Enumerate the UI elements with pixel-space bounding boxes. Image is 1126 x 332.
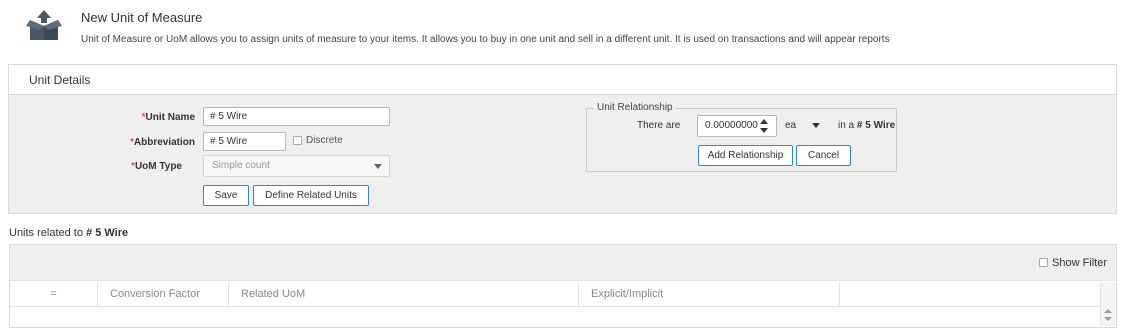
add-relationship-button[interactable]: Add Relationship [698,145,793,166]
show-filter-checkbox[interactable] [1039,258,1048,267]
uom-type-select[interactable]: Simple count [203,155,390,177]
spinner-arrows-icon[interactable] [759,118,769,134]
save-button[interactable]: Save [203,185,249,206]
chevron-down-icon[interactable] [812,123,820,128]
column-header-related-uom[interactable]: Related UoM [229,282,579,306]
unit-select[interactable]: ea [785,120,796,131]
unit-name-label: *Unit Name [141,112,195,123]
cancel-button[interactable]: Cancel [796,145,851,166]
page-description: Unit of Measure or UoM allows you to ass… [81,34,890,45]
scroll-arrows-icon[interactable] [1104,308,1112,322]
show-filter-label: Show Filter [1052,257,1108,269]
column-header-conversion-factor[interactable]: Conversion Factor [98,282,229,306]
unit-relationship-legend: Unit Relationship [594,102,676,113]
unit-details-title: Unit Details [9,65,1116,95]
grid-row-divider [10,306,1101,307]
abbreviation-label: *Abbreviation [129,137,195,148]
page-title: New Unit of Measure [81,10,203,25]
uom-type-label: *UoM Type [131,161,182,172]
box-icon [26,10,62,40]
in-a-label: in a # 5 Wire [838,120,896,131]
discrete-label: Discrete [306,135,343,146]
column-header-explicit-implicit[interactable]: Explicit/Implicit [579,282,840,306]
grid-toolbar [10,245,1116,281]
define-related-units-button[interactable]: Define Related Units [253,185,369,206]
unit-name-input[interactable]: # 5 Wire [203,107,390,126]
related-units-title: Units related to # 5 Wire [9,227,129,239]
chevron-down-icon [374,164,382,169]
column-header-empty [840,282,1101,306]
column-header-equals[interactable]: = [10,282,98,306]
discrete-checkbox[interactable] [293,136,302,145]
abbreviation-input[interactable]: # 5 Wire [203,132,286,151]
there-are-label: There are [637,120,681,131]
